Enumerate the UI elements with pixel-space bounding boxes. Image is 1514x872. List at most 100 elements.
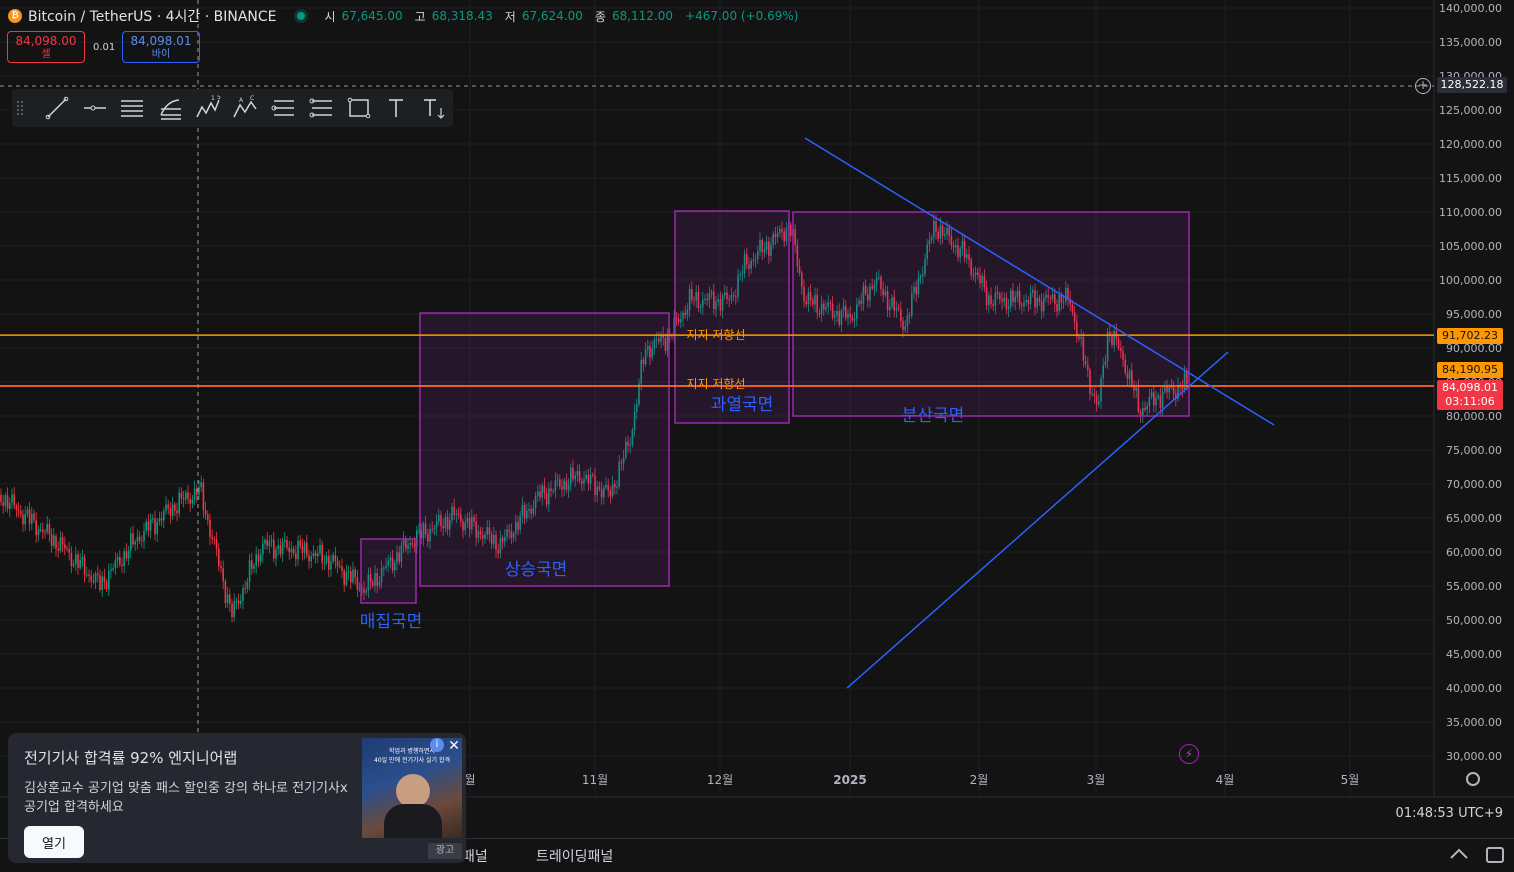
short-position-tool-button[interactable] xyxy=(302,93,340,123)
candle-body xyxy=(242,588,244,602)
candle-body xyxy=(189,498,191,504)
fib-tool-button[interactable] xyxy=(151,93,189,123)
candle-body xyxy=(33,513,35,520)
zone-overheat-box xyxy=(674,210,790,424)
candle-body xyxy=(83,556,86,576)
zone-distribution-label: 분산국면 xyxy=(902,406,965,426)
resistance-line-label: 지지 저항선 xyxy=(686,328,745,342)
ad-text[interactable]: 김상훈교수 공기업 맞춤 패스 할인중 강의 하나로 전기기사x공기업 합격하세… xyxy=(24,779,354,817)
text-tool-button[interactable] xyxy=(378,93,416,123)
rectangle-tool-button[interactable] xyxy=(340,93,378,123)
candle-body xyxy=(248,560,251,583)
candle-body xyxy=(114,560,117,568)
candle-body xyxy=(299,540,301,547)
add-alert-plus-icon[interactable]: + xyxy=(1415,78,1431,94)
candle-body xyxy=(257,554,260,562)
candle-body xyxy=(185,492,187,500)
parallel-channel-tool-button[interactable] xyxy=(113,93,151,123)
candle-body xyxy=(46,523,48,532)
svg-text:1: 1 xyxy=(211,95,215,102)
candle-body xyxy=(90,575,92,581)
candle-body xyxy=(213,538,216,540)
parallel-channel-icon xyxy=(121,100,144,117)
symbol-title[interactable]: Bitcoin / TetherUS · 4시간 · BINANCE xyxy=(28,6,277,26)
collapse-panel-chevron-up-icon[interactable] xyxy=(1450,848,1468,860)
long-position-tool-button[interactable] xyxy=(264,93,302,123)
price-axis-label: 135,000.00 xyxy=(1439,36,1502,49)
ad-close-icon[interactable]: ✕ xyxy=(446,738,462,754)
sell-button[interactable]: 84,098.00 셀 xyxy=(7,31,85,63)
timezone-clock[interactable]: 01:48:53 UTC+9 xyxy=(1396,806,1503,821)
maximize-panel-icon[interactable] xyxy=(1486,847,1504,863)
candle-body xyxy=(174,504,176,511)
ad-title[interactable]: 전기기사 합격률 92% 엔지니어랩 xyxy=(24,747,237,768)
candle-body xyxy=(352,569,354,583)
price-axis-label: 125,000.00 xyxy=(1439,104,1502,117)
candle-body xyxy=(31,513,33,524)
candle-body xyxy=(0,495,2,502)
candle-body xyxy=(312,552,315,557)
candle-body xyxy=(103,576,106,582)
buy-button[interactable]: 84,098.01 바이 xyxy=(122,31,200,63)
price-axis-label: 75,000.00 xyxy=(1446,444,1502,457)
ohlc-close-label: 종 xyxy=(594,9,606,24)
tab-trading-panel[interactable]: 트레이딩패널 xyxy=(536,846,613,866)
candle-body xyxy=(790,224,792,236)
candle-body xyxy=(66,548,68,550)
candle-body xyxy=(86,574,88,576)
symbol-header: ₿ Bitcoin / TetherUS · 4시간 · BINANCE 시 67… xyxy=(8,6,804,26)
ohlc-change: +467.00 (+0.69%) xyxy=(685,9,799,23)
trendline-tool-button[interactable] xyxy=(38,93,76,123)
candle-body xyxy=(97,573,99,576)
candle-body xyxy=(204,510,207,515)
abc-pattern-icon: AC xyxy=(233,95,258,118)
buy-label: 바이 xyxy=(151,49,171,60)
ad-open-button[interactable]: 열기 xyxy=(24,826,84,858)
candle-body xyxy=(270,539,273,542)
sell-price: 84,098.00 xyxy=(15,34,77,48)
time-axis-label: 월 xyxy=(464,773,475,787)
price-axis-label: 120,000.00 xyxy=(1439,138,1502,151)
candle-body xyxy=(136,536,139,542)
abc-pattern-tool-button[interactable]: AC xyxy=(227,93,265,123)
candle-body xyxy=(334,555,337,562)
svg-text:C: C xyxy=(250,95,254,102)
candle-body xyxy=(152,518,154,520)
ohlc-low-label: 저 xyxy=(504,9,516,24)
candle-body xyxy=(92,580,95,583)
candle-body xyxy=(154,518,156,535)
candle-body xyxy=(101,576,103,590)
zone-accumulation-box xyxy=(360,538,417,604)
candle-body xyxy=(191,499,194,504)
candle-body xyxy=(160,518,163,521)
time-axis-label: 12월 xyxy=(707,773,733,787)
horizontal-ray-tool-button[interactable] xyxy=(76,93,114,123)
short-position-icon xyxy=(309,98,332,118)
candle-body xyxy=(295,553,297,560)
text-icon xyxy=(389,99,404,117)
candle-body xyxy=(290,548,293,553)
candle-body xyxy=(235,600,238,602)
lightning-icon[interactable]: ⚡ xyxy=(1179,744,1199,764)
candle-body xyxy=(94,573,97,583)
elliott-wave-tool-button[interactable]: 15 xyxy=(189,93,227,123)
chart-settings-gear-icon[interactable] xyxy=(1466,772,1480,786)
candle-body xyxy=(336,561,339,567)
candle-body xyxy=(15,505,18,510)
candle-body xyxy=(20,511,22,515)
candle-body xyxy=(105,581,108,590)
ad-info-icon[interactable]: i xyxy=(430,738,444,752)
candle-body xyxy=(6,495,9,509)
drag-handle-icon[interactable] xyxy=(16,100,24,116)
candle-body xyxy=(42,529,44,532)
candle-body xyxy=(28,509,31,524)
candle-body xyxy=(345,572,348,585)
text-size-tool-button[interactable] xyxy=(415,93,453,123)
price-axis-label: 95,000.00 xyxy=(1446,308,1502,321)
text-size-icon xyxy=(424,99,445,119)
candle-body xyxy=(138,536,141,541)
candle-body xyxy=(354,569,356,578)
candle-body xyxy=(79,559,81,568)
candle-body xyxy=(240,601,242,604)
candle-body xyxy=(158,518,161,522)
